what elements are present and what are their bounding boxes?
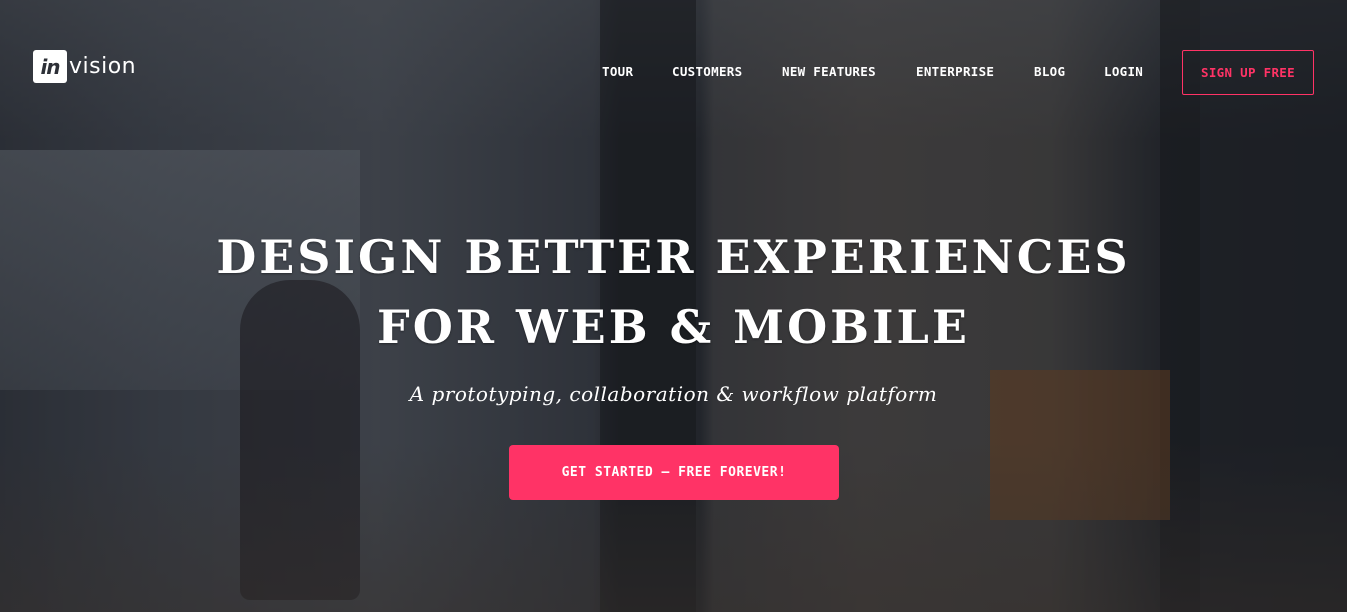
- nav-tour-link[interactable]: TOUR: [602, 64, 633, 79]
- headline-line-2: FOR WEB & MOBILE: [377, 300, 970, 354]
- hero-subtitle: A prototyping, collaboration & workflow …: [409, 382, 938, 406]
- nav-new-features-link[interactable]: NEW FEATURES: [782, 64, 876, 79]
- nav-enterprise-link[interactable]: ENTERPRISE: [916, 64, 994, 79]
- nav-blog-link[interactable]: BLOG: [1034, 64, 1065, 79]
- headline-line-1: DESIGN BETTER EXPERIENCES: [216, 230, 1131, 284]
- nav-customers-link[interactable]: CUSTOMERS: [672, 64, 742, 79]
- get-started-button[interactable]: GET STARTED — FREE FOREVER!: [509, 445, 839, 500]
- hero-headline: DESIGN BETTER EXPERIENCES FOR WEB & MOBI…: [0, 222, 1347, 362]
- main-nav: TOUR CUSTOMERS NEW FEATURES ENTERPRISE B…: [0, 64, 1347, 84]
- nav-login-link[interactable]: LOGIN: [1104, 64, 1143, 79]
- hero-section: in vision TOUR CUSTOMERS NEW FEATURES EN…: [0, 0, 1347, 612]
- sign-up-free-button[interactable]: SIGN UP FREE: [1182, 50, 1314, 95]
